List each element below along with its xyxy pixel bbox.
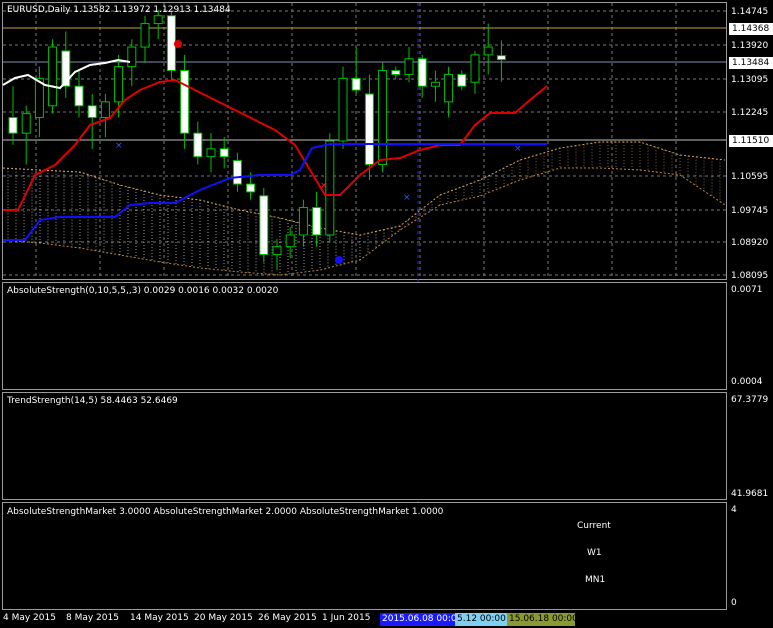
trend-strength-title: TrendStrength(14,5) 58.4463 52.6469 (7, 396, 178, 406)
abs-axis-top: 0.0071 (731, 285, 763, 295)
asm-title: AbsoluteStrengthMarket 3.0000 AbsoluteSt… (7, 507, 444, 517)
time-box-3: 15.06.18 00:00 (507, 613, 578, 626)
trend-strength-pane[interactable] (2, 392, 727, 500)
date-tick: 8 May 2015 (66, 613, 119, 623)
orange-level-price: 1.14368 (729, 23, 773, 35)
asm-axis-top: 4 (731, 505, 737, 515)
abs-axis-bottom: 0.0004 (731, 377, 763, 387)
absolute-strength-pane[interactable] (2, 282, 727, 390)
price-tick: 1.12245 (731, 108, 769, 118)
date-tick: 1 Jun 2015 (322, 613, 371, 623)
absolute-strength-title: AbsoluteStrength(0,10,5,5,,3) 0.0029 0.0… (7, 286, 279, 296)
price-tick: 1.13920 (731, 41, 769, 51)
trend-axis-bottom: 41.9681 (731, 489, 769, 499)
price-tick: 1.08095 (731, 271, 769, 281)
price-tick: 1.10595 (731, 172, 769, 182)
time-box-2: 5.12 00:00 (455, 613, 510, 626)
main-price-pane[interactable] (2, 2, 727, 280)
level-price-tag: 1.11510 (729, 135, 773, 147)
date-tick: 26 May 2015 (258, 613, 317, 623)
symbol-info: EURUSD,Daily 1.13582 1.13972 1.12913 1.1… (7, 5, 231, 15)
chart-window: × × × × EURUSD,Daily 1.13582 1.13972 1.1291… (0, 0, 773, 628)
asm-axis-bottom: 0 (731, 598, 737, 608)
price-tick: 1.13095 (731, 75, 769, 85)
price-tick: 1.08920 (731, 238, 769, 248)
row-label-current: Current (577, 521, 611, 531)
price-tick: 1.09745 (731, 206, 769, 216)
asm-pane[interactable] (2, 502, 727, 610)
date-tick: 14 May 2015 (130, 613, 189, 623)
price-tick: 1.14745 (731, 7, 769, 17)
row-label-w1: W1 (587, 548, 602, 558)
date-tick: 20 May 2015 (194, 613, 253, 623)
row-label-mn1: MN1 (585, 575, 606, 585)
crosshair-time-box: 2015.06.08 00:00 (380, 613, 456, 626)
current-price-tag: 1.13484 (729, 57, 773, 69)
trend-axis-top: 67.3779 (731, 395, 769, 405)
date-tick: 4 May 2015 (3, 613, 56, 623)
